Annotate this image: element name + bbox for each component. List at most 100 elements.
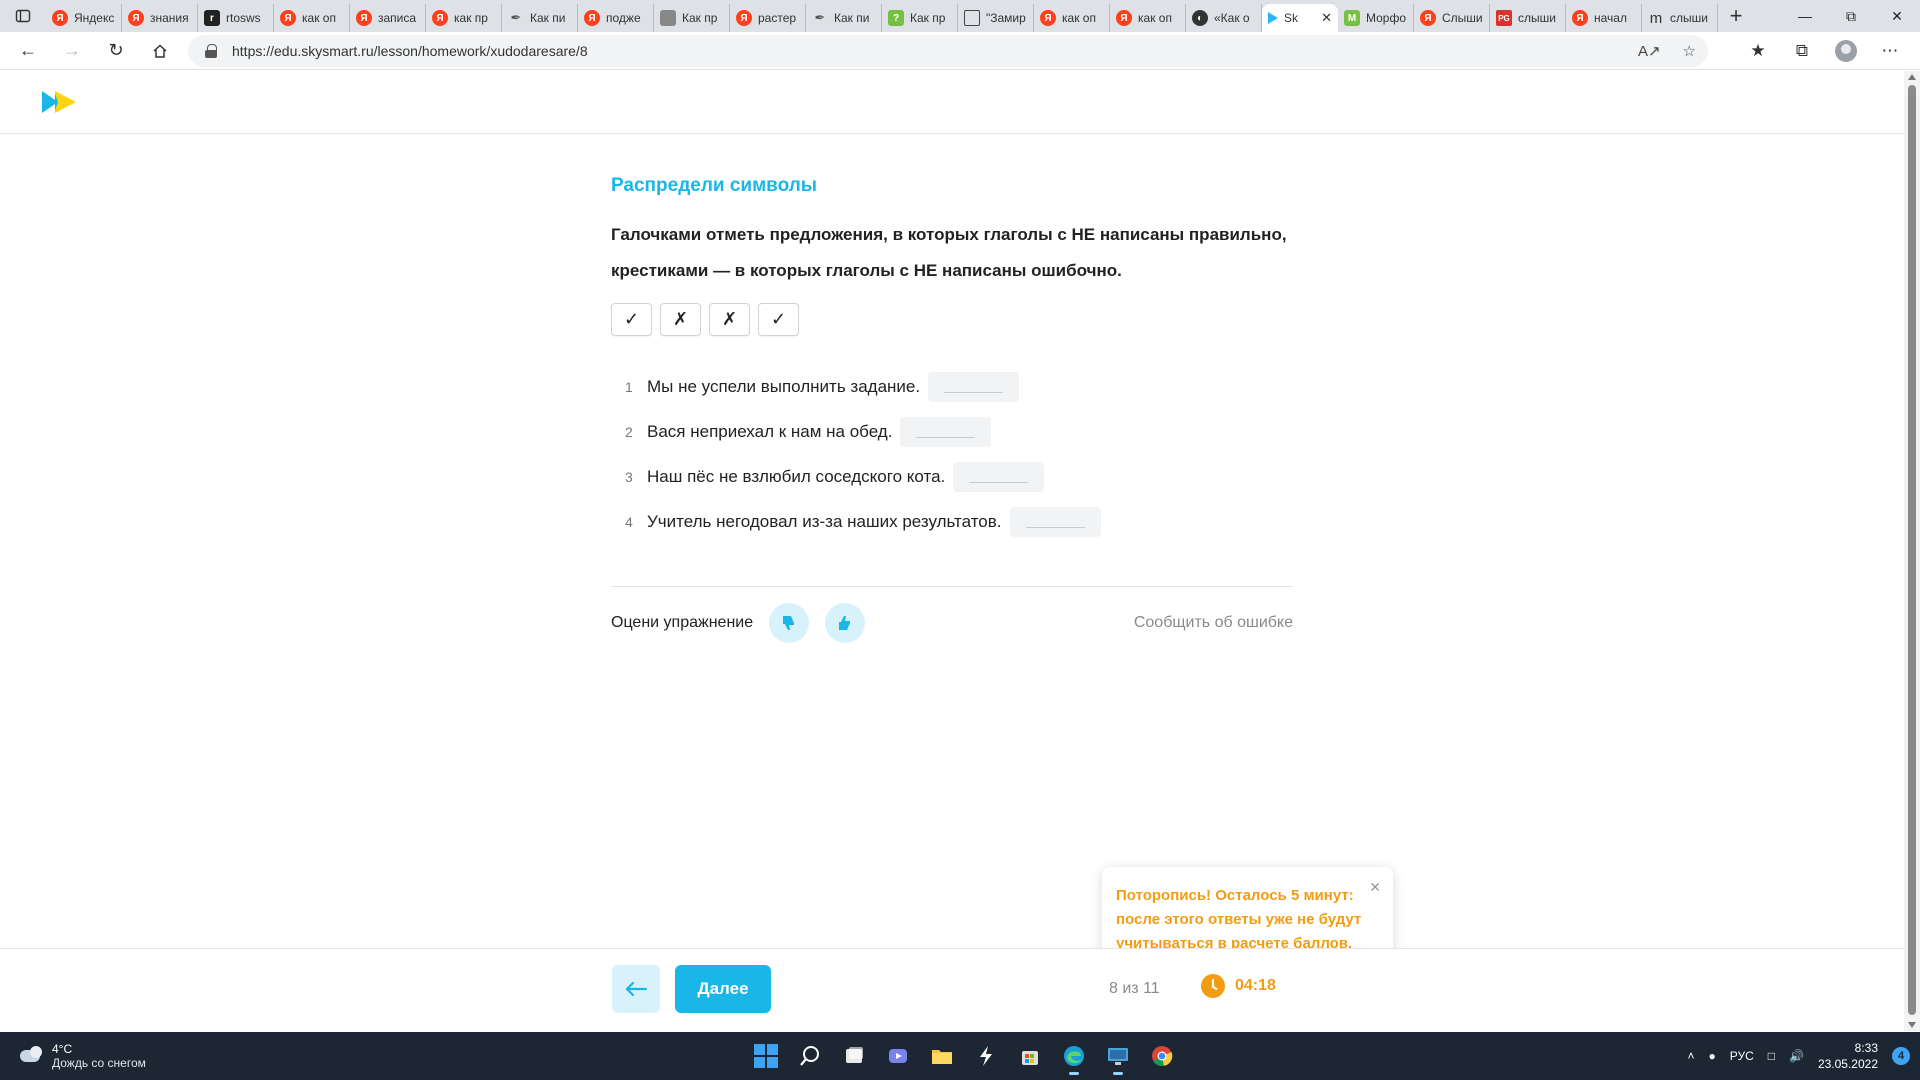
minimize-button[interactable]: — bbox=[1782, 0, 1828, 32]
browser-tab[interactable]: Якак оп bbox=[274, 4, 350, 32]
yandex-icon: Я bbox=[1420, 10, 1436, 26]
forward-nav-button[interactable]: → bbox=[50, 33, 94, 69]
profile-button[interactable] bbox=[1824, 33, 1868, 69]
restore-button[interactable]: ⧉ bbox=[1828, 0, 1874, 32]
avatar bbox=[1835, 40, 1857, 62]
sentence-number: 2 bbox=[625, 423, 633, 440]
sentence-text: Наш пёс не взлюбил соседского кота. bbox=[647, 466, 946, 486]
tab-title: записа bbox=[378, 11, 417, 25]
store-button[interactable] bbox=[1010, 1036, 1050, 1076]
browser-tab[interactable]: Якак пр bbox=[426, 4, 502, 32]
browser-tab[interactable]: ✒ Как пи bbox=[502, 4, 578, 32]
chevron-up-icon[interactable]: ˄ bbox=[1687, 1049, 1694, 1063]
timer-value: 04:18 bbox=[1235, 977, 1276, 994]
notification-badge[interactable]: 4 bbox=[1892, 1047, 1910, 1065]
home-button[interactable] bbox=[138, 33, 182, 69]
volume-icon[interactable]: 🔊 bbox=[1789, 1049, 1804, 1063]
tab-title: как оп bbox=[1138, 11, 1172, 25]
page-scrollbar[interactable] bbox=[1904, 71, 1920, 1031]
exercise-title: Распредели символы bbox=[611, 175, 818, 196]
taskbar-clock[interactable]: 8:33 23.05.2022 bbox=[1818, 1040, 1878, 1072]
scroll-down-icon[interactable] bbox=[1908, 1022, 1916, 1028]
teams-chat-button[interactable] bbox=[878, 1036, 918, 1076]
browser-tab[interactable]: ◐ «Как о bbox=[1186, 4, 1262, 32]
read-aloud-icon[interactable]: A↗ bbox=[1638, 42, 1661, 60]
chrome-button[interactable] bbox=[1142, 1036, 1182, 1076]
edge-button[interactable] bbox=[1054, 1036, 1094, 1076]
exercise-block: Распредели символы Галочками отметь пред… bbox=[611, 175, 1293, 643]
close-tab-icon[interactable]: ✕ bbox=[1321, 10, 1332, 26]
language-indicator[interactable]: РУС bbox=[1730, 1049, 1754, 1063]
collections-icon[interactable]: ⧉ bbox=[1780, 33, 1824, 69]
report-error-link[interactable]: Сообщить об ошибке bbox=[1134, 614, 1293, 632]
favorites-icon[interactable]: ★ bbox=[1736, 33, 1780, 69]
yandex-icon: Я bbox=[128, 10, 144, 26]
rating-row: Оцени упражнение Сообщить об ошибке bbox=[611, 603, 1293, 643]
browser-tab[interactable]: Якак оп bbox=[1110, 4, 1186, 32]
app-button[interactable] bbox=[966, 1036, 1006, 1076]
new-tab-button[interactable]: + bbox=[1718, 2, 1754, 30]
lock-icon bbox=[204, 44, 218, 58]
browser-tab[interactable]: PG слыши bbox=[1490, 4, 1566, 32]
yandex-icon: Я bbox=[736, 10, 752, 26]
network-icon[interactable]: □ bbox=[1768, 1049, 1775, 1063]
cross-symbol-chip[interactable]: ✗ bbox=[709, 303, 750, 336]
check-symbol-chip[interactable]: ✓ bbox=[611, 303, 652, 336]
browser-tab[interactable]: Sk ✕ bbox=[1262, 4, 1338, 32]
browser-tab[interactable]: ? Как пр bbox=[882, 4, 958, 32]
back-nav-button[interactable]: ← bbox=[6, 33, 50, 69]
answer-drop-slot[interactable] bbox=[953, 461, 1045, 492]
task-view-button[interactable] bbox=[834, 1036, 874, 1076]
address-bar[interactable]: https://edu.skysmart.ru/lesson/homework/… bbox=[188, 35, 1708, 67]
dislike-button[interactable] bbox=[769, 603, 810, 643]
tab-title: Как пи bbox=[834, 11, 870, 25]
weather-widget[interactable]: 4°C Дождь со снегом bbox=[18, 1042, 146, 1070]
browser-tab[interactable]: Якак оп bbox=[1034, 4, 1110, 32]
scroll-up-icon[interactable] bbox=[1908, 74, 1916, 80]
site-icon: ◐ bbox=[1192, 10, 1208, 26]
check-symbol-chip[interactable]: ✓ bbox=[758, 303, 799, 336]
previous-button[interactable] bbox=[612, 965, 660, 1013]
instruction-line: Галочками отметь предложения, в которых … bbox=[611, 225, 1287, 244]
answer-drop-slot[interactable] bbox=[900, 416, 992, 447]
skysmart-logo-icon[interactable] bbox=[42, 91, 76, 113]
sentence-number: 1 bbox=[625, 378, 633, 395]
sentence-list: 1 Мы не успели выполнить задание. 2 Вася… bbox=[625, 364, 1293, 544]
answer-drop-slot[interactable] bbox=[1009, 506, 1101, 537]
add-favorite-icon[interactable]: ☆ bbox=[1683, 42, 1696, 60]
browser-tab[interactable]: Язаписа bbox=[350, 4, 426, 32]
more-menu-icon[interactable]: ⋯ bbox=[1868, 33, 1912, 69]
browser-tab[interactable]: Яподже bbox=[578, 4, 654, 32]
browser-tab[interactable]: ✒ Как пи bbox=[806, 4, 882, 32]
page-content: Распредели символы Галочками отметь пред… bbox=[0, 71, 1904, 1031]
browser-tab[interactable]: Я Яндекс bbox=[46, 4, 122, 32]
start-button[interactable] bbox=[746, 1036, 786, 1076]
refresh-button[interactable]: ↻ bbox=[94, 33, 138, 69]
tab-actions-button[interactable] bbox=[0, 0, 46, 32]
next-button[interactable]: Далее bbox=[675, 965, 771, 1013]
site-header bbox=[0, 71, 1904, 134]
clock-date: 23.05.2022 bbox=[1817, 1057, 1878, 1071]
cross-symbol-chip[interactable]: ✗ bbox=[660, 303, 701, 336]
browser-tab[interactable]: Язнания bbox=[122, 4, 198, 32]
lesson-footer: Далее 8 из 11 04:18 bbox=[0, 948, 1904, 1031]
search-button[interactable] bbox=[790, 1036, 830, 1076]
browser-tab[interactable]: "Замир bbox=[958, 4, 1034, 32]
remote-desktop-button[interactable] bbox=[1098, 1036, 1138, 1076]
scrollbar-thumb[interactable] bbox=[1908, 85, 1916, 1015]
divider bbox=[611, 586, 1293, 587]
security-icon[interactable]: ● bbox=[1708, 1049, 1715, 1063]
file-explorer-button[interactable] bbox=[922, 1036, 962, 1076]
browser-tab[interactable]: M Морфо bbox=[1338, 4, 1414, 32]
close-icon[interactable]: ✕ bbox=[1369, 875, 1381, 899]
browser-tab[interactable]: Яначал bbox=[1566, 4, 1642, 32]
like-button[interactable] bbox=[825, 603, 866, 643]
browser-tab[interactable]: Ярастер bbox=[730, 4, 806, 32]
browser-tab[interactable]: Как пр bbox=[654, 4, 730, 32]
site-icon bbox=[660, 10, 676, 26]
answer-drop-slot[interactable] bbox=[928, 371, 1020, 402]
browser-tab[interactable]: Я Слыши bbox=[1414, 4, 1490, 32]
browser-tab[interactable]: m слыши bbox=[1642, 4, 1718, 32]
close-window-button[interactable]: ✕ bbox=[1874, 0, 1920, 32]
browser-tab[interactable]: r rtosws bbox=[198, 4, 274, 32]
